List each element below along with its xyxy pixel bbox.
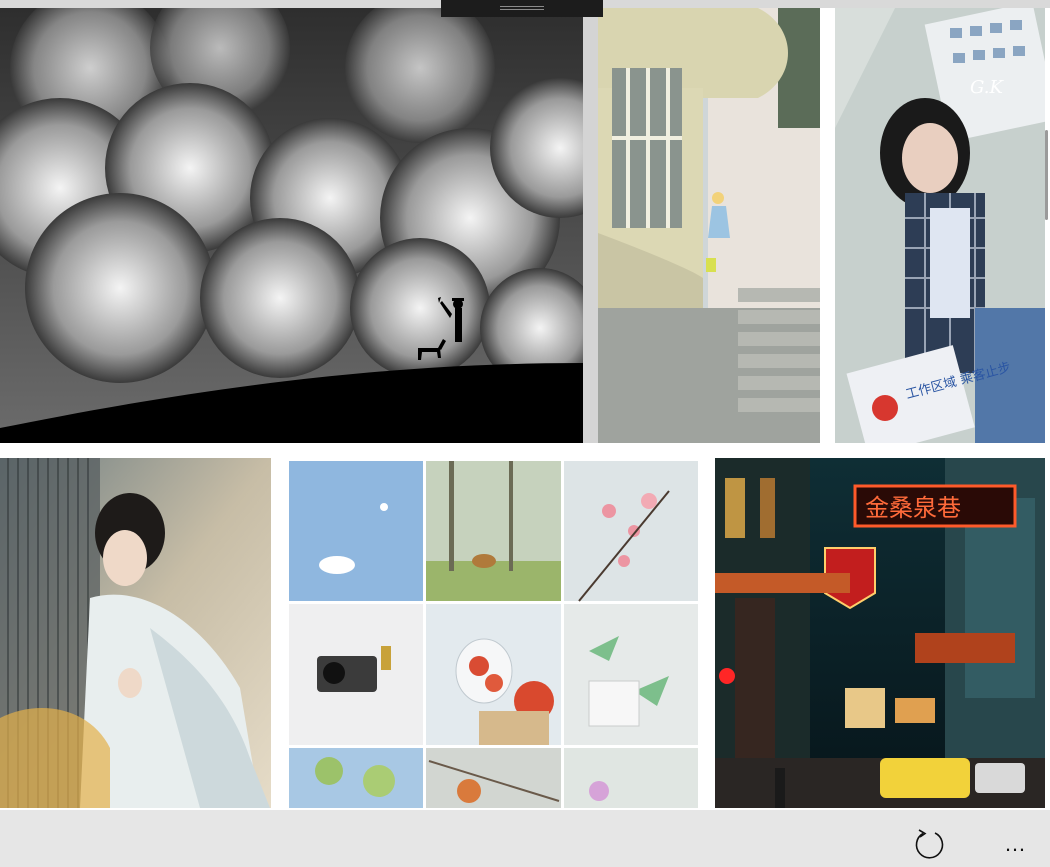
photo-plaid-girl[interactable]: 工作区域 乘客止步 G.K bbox=[835, 8, 1045, 443]
refresh-button[interactable] bbox=[911, 826, 947, 862]
bottom-toolbar bbox=[0, 810, 1050, 867]
row-divider bbox=[0, 443, 1050, 458]
watermark-text: G.K bbox=[970, 77, 1004, 98]
column-divider bbox=[583, 8, 598, 443]
photo-hanfu-girl[interactable] bbox=[0, 458, 271, 808]
clouds-image bbox=[0, 8, 583, 443]
refresh-icon bbox=[915, 829, 944, 859]
photo-clouds[interactable] bbox=[0, 8, 583, 443]
neon-street-image: 金桑泉巷 bbox=[715, 458, 1045, 808]
scrollbar[interactable] bbox=[1045, 130, 1048, 220]
collage-image bbox=[289, 461, 698, 808]
grip-line bbox=[500, 9, 544, 10]
more-options-button[interactable]: … bbox=[996, 833, 1036, 858]
neon-sign-text: 金桑泉巷 bbox=[865, 494, 961, 522]
grip-line bbox=[500, 6, 544, 7]
photo-neon-street[interactable]: 金桑泉巷 bbox=[715, 458, 1045, 808]
drag-handle[interactable] bbox=[441, 0, 603, 17]
photo-building[interactable] bbox=[598, 8, 820, 443]
hanfu-girl-image bbox=[0, 458, 271, 808]
column-divider bbox=[820, 8, 835, 443]
building-image bbox=[598, 8, 820, 443]
photo-gallery: 工作区域 乘客止步 G.K 金桑泉巷 bbox=[0, 0, 1050, 810]
plaid-girl-image: 工作区域 乘客止步 G.K bbox=[835, 8, 1045, 443]
photo-collage[interactable] bbox=[289, 461, 698, 808]
